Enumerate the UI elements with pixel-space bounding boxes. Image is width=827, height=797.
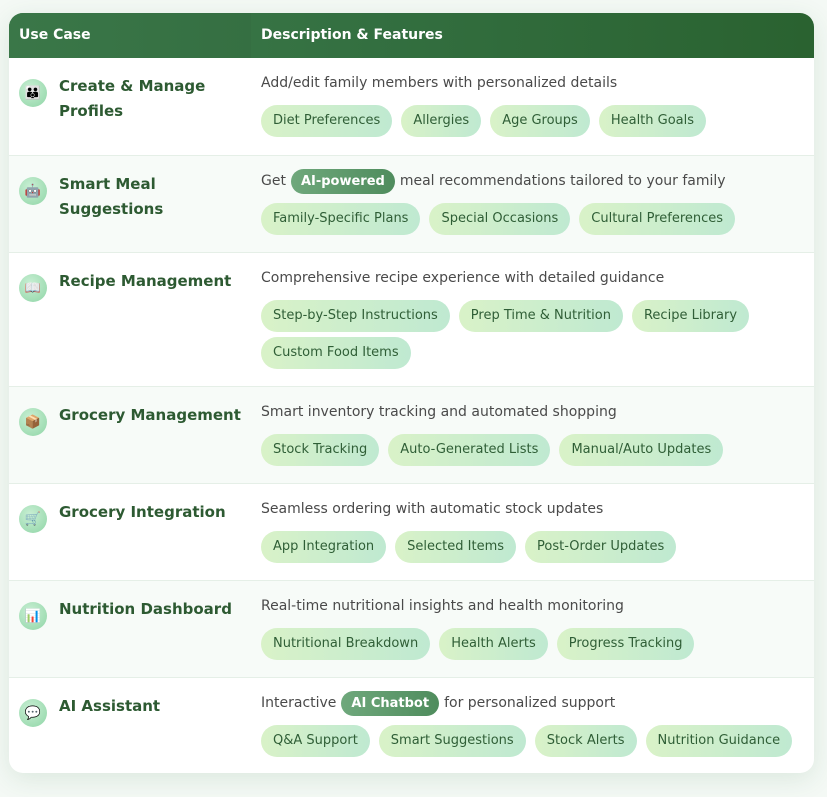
description-lead: Comprehensive recipe experience with det…	[261, 270, 665, 286]
feature-tag: Step-by-Step Instructions	[261, 300, 450, 332]
use-case-title: Smart Meal Suggestions	[59, 175, 164, 218]
use-case-cell: 📊 Nutrition Dashboard	[9, 581, 251, 677]
table-row: 👪 Create & Manage Profiles Add/edit family…	[9, 58, 814, 155]
table-row: 📊 Nutrition Dashboard Real-time nutritiona…	[9, 580, 814, 677]
feature-tag: Auto-Generated Lists	[388, 434, 551, 466]
use-case-cell: 💬 AI Assistant	[9, 678, 251, 773]
feature-tag: App Integration	[261, 531, 387, 563]
feature-tag: Manual/Auto Updates	[559, 434, 724, 466]
description-cell: Smart inventory tracking and automated s…	[251, 387, 814, 483]
use-case-title: Create & Manage Profiles	[59, 77, 206, 120]
table-row: 🛒 Grocery Integration Seamless ordering wi…	[9, 483, 814, 580]
book-icon: 📖	[19, 274, 47, 302]
description-text: Add/edit family members with personalize…	[261, 71, 814, 95]
feature-tag: Age Groups	[490, 105, 590, 137]
use-case-cell: 🤖 Smart Meal Suggestions	[9, 156, 251, 252]
description-lead: Get	[261, 173, 286, 189]
table-row: 🤖 Smart Meal Suggestions Get AI-powered meal…	[9, 155, 814, 252]
description-cell: Interactive AI Chatbot for personalized su…	[251, 678, 814, 773]
cart-icon: 🛒	[19, 505, 47, 533]
description-lead: Smart inventory tracking and automated s…	[261, 404, 617, 420]
feature-tag: Special Occasions	[429, 203, 571, 235]
feature-tags: Diet Preferences Allergies Age Groups Healt…	[261, 105, 814, 142]
use-case-title: Grocery Integration	[59, 503, 226, 521]
feature-tag: Stock Tracking	[261, 434, 380, 466]
description-lead: Seamless ordering with automatic stock u…	[261, 501, 604, 517]
chat-bubble-icon: 💬	[19, 699, 47, 727]
feature-tag: Custom Food Items	[261, 337, 411, 369]
use-case-cell: 👪 Create & Manage Profiles	[9, 58, 251, 155]
family-icon: 👪	[19, 79, 47, 107]
feature-tags: Q&A Support Smart Suggestions Stock Alerts…	[261, 725, 814, 762]
feature-tags: App Integration Selected Items Post-Order …	[261, 531, 814, 568]
feature-tags: Nutritional Breakdown Health Alerts Progre…	[261, 628, 814, 665]
header-description: Description & Features	[261, 27, 443, 43]
description-lead: Interactive	[261, 695, 337, 711]
use-case-cell: 📦 Grocery Management	[9, 387, 251, 483]
description-cell: Get AI-powered meal recommendations tailor…	[251, 156, 814, 252]
description-text: Interactive AI Chatbot for personalized su…	[261, 690, 814, 716]
use-case-cell: 📖 Recipe Management	[9, 253, 251, 386]
description-lead: Add/edit family members with personalize…	[261, 75, 618, 91]
feature-tags: Family-Specific Plans Special Occasions Cu…	[261, 203, 814, 240]
feature-tag: Allergies	[401, 105, 482, 137]
feature-tag: Prep Time & Nutrition	[458, 300, 623, 332]
table-body: 👪 Create & Manage Profiles Add/edit family…	[9, 58, 814, 773]
description-text: Seamless ordering with automatic stock u…	[261, 497, 814, 521]
feature-tag: Nutrition Guidance	[645, 725, 793, 757]
use-case-title: Recipe Management	[59, 272, 232, 290]
use-case-title: Grocery Management	[59, 406, 241, 424]
feature-tag: Post-Order Updates	[525, 531, 677, 563]
description-cell: Add/edit family members with personalize…	[251, 58, 814, 155]
description-tail: meal recommendations tailored to your fa…	[399, 173, 726, 189]
feature-tag: Stock Alerts	[534, 725, 637, 757]
use-case-title: AI Assistant	[59, 697, 161, 715]
robot-icon: 🤖	[19, 177, 47, 205]
feature-tag: Cultural Preferences	[579, 203, 736, 235]
feature-tag: Selected Items	[395, 531, 517, 563]
feature-tags: Stock Tracking Auto-Generated Lists Manual…	[261, 434, 814, 471]
description-lead: Real-time nutritional insights and healt…	[261, 598, 624, 614]
feature-tag: Health Goals	[598, 105, 707, 137]
use-case-title: Nutrition Dashboard	[59, 600, 232, 618]
table-row: 📦 Grocery Management Smart inventory track…	[9, 386, 814, 483]
feature-tag: Health Alerts	[439, 628, 548, 660]
description-text: Real-time nutritional insights and healt…	[261, 594, 814, 618]
highlight-badge: AI Chatbot	[341, 690, 440, 716]
feature-tag: Q&A Support	[261, 725, 370, 757]
description-tail: for personalized support	[444, 695, 616, 711]
feature-tag: Progress Tracking	[556, 628, 695, 660]
use-case-table: Use Case Description & Features 👪 Create …	[9, 13, 814, 773]
feature-tags: Step-by-Step Instructions Prep Time & Nut…	[261, 300, 814, 374]
highlight-badge: AI-powered	[290, 168, 395, 194]
description-text: Smart inventory tracking and automated s…	[261, 400, 814, 424]
use-case-cell: 🛒 Grocery Integration	[9, 484, 251, 580]
description-text: Get AI-powered meal recommendations tailor…	[261, 168, 814, 194]
description-cell: Comprehensive recipe experience with det…	[251, 253, 814, 386]
feature-tag: Smart Suggestions	[378, 725, 526, 757]
table-header: Use Case Description & Features	[9, 13, 814, 58]
description-cell: Real-time nutritional insights and healt…	[251, 581, 814, 677]
table-row: 💬 AI Assistant Interactive AI Chatbot for pe…	[9, 677, 814, 773]
description-text: Comprehensive recipe experience with det…	[261, 266, 814, 290]
table-row: 📖 Recipe Management Comprehensive recipe e…	[9, 252, 814, 386]
feature-tag: Recipe Library	[631, 300, 750, 332]
feature-tag: Diet Preferences	[261, 105, 393, 137]
package-icon: 📦	[19, 408, 47, 436]
description-cell: Seamless ordering with automatic stock u…	[251, 484, 814, 580]
feature-tag: Nutritional Breakdown	[261, 628, 431, 660]
feature-tag: Family-Specific Plans	[261, 203, 421, 235]
bar-chart-icon: 📊	[19, 602, 47, 630]
header-use-case: Use Case	[9, 13, 251, 58]
